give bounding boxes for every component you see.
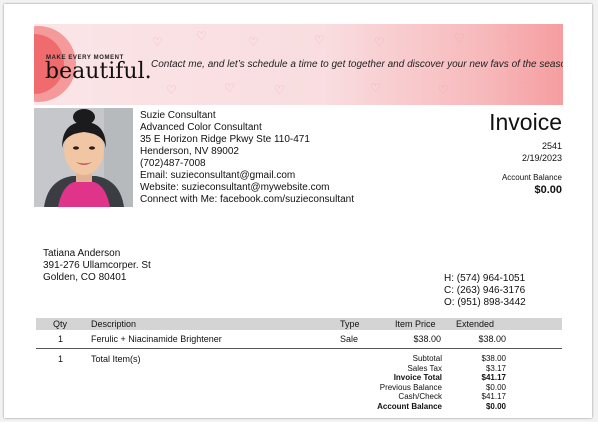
torn-edge-decoration bbox=[0, 0, 598, 422]
